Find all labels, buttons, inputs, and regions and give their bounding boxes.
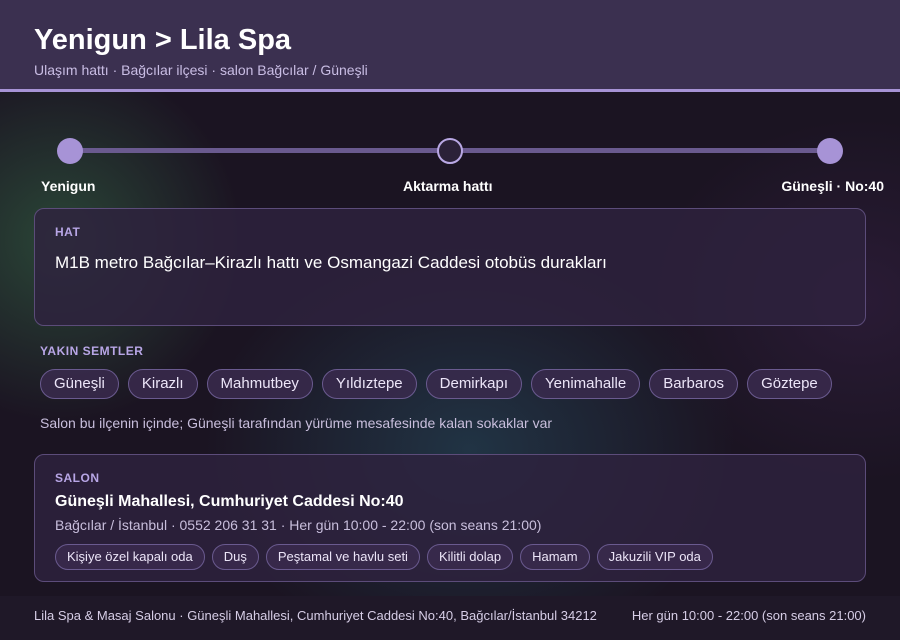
feature-tag: Peştamal ve havlu seti [265,544,420,570]
footer-hours: Her gün 10:00 - 22:00 (son seans 21:00) [631,608,866,623]
salon-features: Kişiye özel kapalı oda Duş Peştamal ve h… [55,544,713,570]
route-middle-node [437,138,463,164]
nearby-chip[interactable]: Yıldıztepe [321,369,417,399]
nearby-label: YAKIN SEMTLER [40,344,144,358]
nearby-chip[interactable]: Yenimahalle [531,369,641,399]
route-middle-label: Aktarma hattı [403,178,493,194]
feature-tag: Duş [211,544,259,570]
footer-address: Lila Spa & Masaj Salonu · Güneşli Mahall… [34,608,597,623]
feature-tag: Hamam [520,544,590,570]
page-footer: Lila Spa & Masaj Salonu · Güneşli Mahall… [0,596,900,640]
route-start-node [57,138,83,164]
nearby-chip[interactable]: Güneşli [40,369,119,399]
salon-name: Güneşli Mahallesi, Cumhuriyet Caddesi No… [55,493,404,510]
nearby-chip[interactable]: Mahmutbey [206,369,313,399]
nearby-chip[interactable]: Göztepe [747,369,832,399]
salon-card: SALON Güneşli Mahallesi, Cumhuriyet Cadd… [34,454,866,582]
page-header: Yenigun > Lila Spa Ulaşım hattı · Bağcıl… [0,0,900,92]
route-end-label: Güneşli · No:40 [781,178,884,194]
page-title: Yenigun > Lila Spa [34,24,292,56]
salon-meta: Bağcılar / İstanbul · 0552 206 31 31 · H… [55,517,542,533]
line-description: M1B metro Bağcılar–Kirazlı hattı ve Osma… [55,253,607,272]
feature-tag: Kişiye özel kapalı oda [55,544,205,570]
salon-card-label: SALON [55,471,100,485]
page-subtitle: Ulaşım hattı · Bağcılar ilçesi · salon B… [34,62,368,78]
nearby-chip[interactable]: Kirazlı [127,369,198,399]
feature-tag: Jakuzili VIP oda [596,544,713,570]
feature-tag: Kilitli dolap [426,544,514,570]
route-start-label: Yenigun [41,178,96,194]
nearby-chip[interactable]: Demirkapı [425,369,522,399]
line-card: HAT M1B metro Bağcılar–Kirazlı hattı ve … [34,208,866,326]
nearby-chip[interactable]: Barbaros [649,369,739,399]
route-progress: Yenigun Aktarma hattı Güneşli · No:40 [0,130,900,200]
route-end-node [817,138,843,164]
nearby-note: Salon bu ilçenin içinde; Güneşli tarafın… [40,415,553,431]
nearby-chips: Güneşli Kirazlı Mahmutbey Yıldıztepe Dem… [40,369,832,399]
line-card-label: HAT [55,225,81,239]
